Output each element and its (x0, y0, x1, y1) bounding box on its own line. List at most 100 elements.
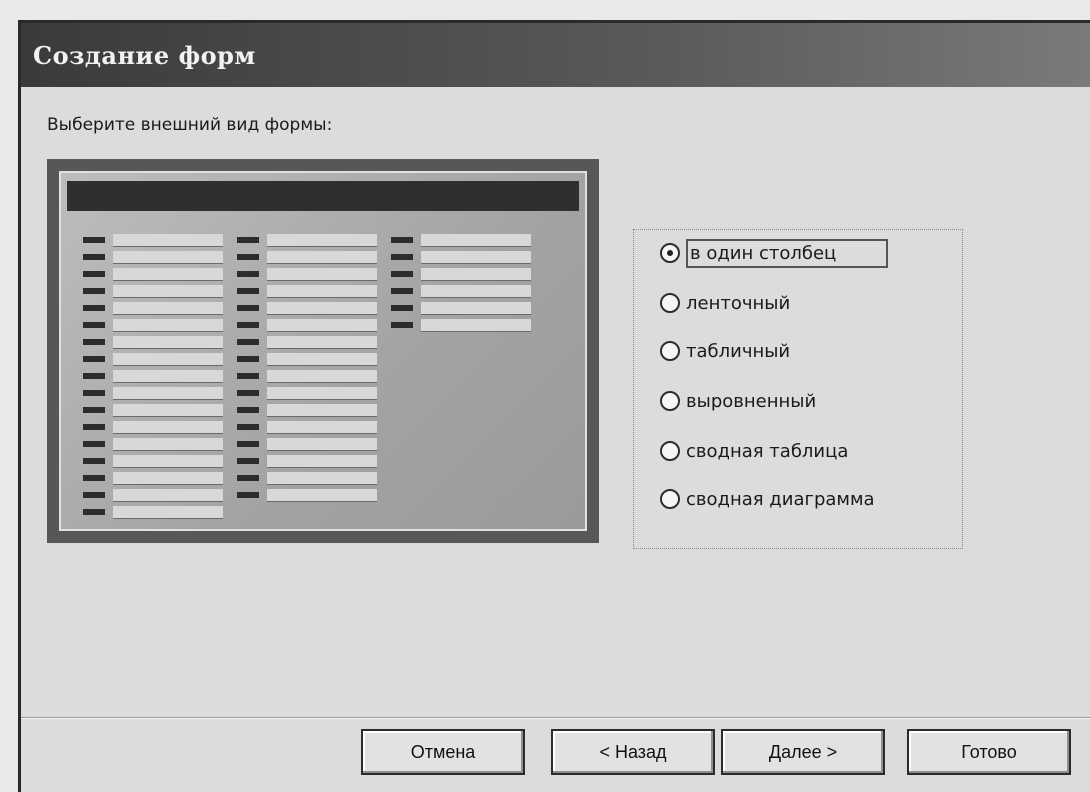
preview-field-box (113, 387, 223, 400)
preview-field-box (113, 268, 223, 281)
preview-field-box (267, 319, 377, 332)
preview-field-label (237, 492, 259, 498)
radio-pivottable[interactable] (660, 441, 680, 461)
preview-field-box (267, 302, 377, 315)
preview-field-label (237, 441, 259, 447)
preview-field-label (237, 407, 259, 413)
preview-field-label (391, 271, 413, 277)
preview-field-row (83, 267, 233, 281)
preview-field-row (391, 301, 541, 315)
preview-column-2 (237, 233, 387, 505)
preview-field-label (237, 271, 259, 277)
preview-field-box (113, 302, 223, 315)
option-pivottable-label: сводная таблица (686, 440, 849, 462)
preview-field-row (237, 488, 387, 502)
preview-field-row (237, 250, 387, 264)
preview-field-box (113, 285, 223, 298)
preview-field-box (267, 336, 377, 349)
preview-field-row (83, 505, 233, 519)
preview-field-label (83, 305, 105, 311)
preview-field-box (113, 438, 223, 451)
preview-field-row (237, 318, 387, 332)
option-datasheet[interactable]: табличный (660, 336, 790, 366)
radio-columnar[interactable] (660, 243, 680, 263)
preview-field-row (83, 454, 233, 468)
layout-prompt: Выберите внешний вид формы: (47, 115, 333, 135)
preview-field-row (391, 267, 541, 281)
preview-field-label (237, 254, 259, 260)
finish-button[interactable]: Готово (907, 729, 1071, 775)
preview-field-label (83, 390, 105, 396)
preview-field-box (267, 370, 377, 383)
window-title: Создание форм (33, 41, 256, 70)
preview-field-box (113, 336, 223, 349)
preview-field-label (83, 509, 105, 515)
preview-field-row (391, 284, 541, 298)
preview-field-label (391, 305, 413, 311)
preview-field-box (113, 353, 223, 366)
preview-field-row (237, 386, 387, 400)
preview-field-row (83, 386, 233, 400)
preview-field-label (237, 356, 259, 362)
preview-field-label (83, 322, 105, 328)
radio-tabular[interactable] (660, 293, 680, 313)
layout-options-group: в один столбец ленточный табличный выров… (633, 229, 963, 549)
preview-field-label (83, 407, 105, 413)
cancel-button[interactable]: Отмена (361, 729, 525, 775)
preview-field-box (113, 319, 223, 332)
preview-field-label (83, 492, 105, 498)
preview-field-box (113, 472, 223, 485)
preview-field-row (83, 233, 233, 247)
radio-datasheet[interactable] (660, 341, 680, 361)
preview-field-box (113, 404, 223, 417)
preview-field-row (391, 233, 541, 247)
preview-field-label (237, 475, 259, 481)
preview-field-box (421, 268, 531, 281)
preview-field-box (267, 353, 377, 366)
option-tabular[interactable]: ленточный (660, 288, 790, 318)
preview-field-label (83, 356, 105, 362)
preview-field-label (83, 475, 105, 481)
preview-field-row (83, 403, 233, 417)
preview-field-label (83, 237, 105, 243)
back-button[interactable]: < Назад (551, 729, 715, 775)
preview-header-bar (67, 181, 579, 211)
form-wizard-dialog: Создание форм Выберите внешний вид формы… (18, 20, 1090, 792)
preview-column-1 (83, 233, 233, 522)
preview-field-row (83, 420, 233, 434)
preview-field-box (267, 438, 377, 451)
preview-field-box (267, 455, 377, 468)
preview-field-box (267, 285, 377, 298)
preview-field-label (237, 339, 259, 345)
next-button[interactable]: Далее > (721, 729, 885, 775)
option-datasheet-label: табличный (686, 340, 791, 362)
preview-field-label (237, 458, 259, 464)
option-tabular-label: ленточный (686, 292, 791, 314)
preview-field-box (267, 472, 377, 485)
preview-field-row (237, 471, 387, 485)
preview-field-label (391, 237, 413, 243)
preview-field-box (113, 251, 223, 264)
radio-justified[interactable] (660, 391, 680, 411)
preview-field-label (237, 390, 259, 396)
preview-field-box (421, 319, 531, 332)
option-columnar[interactable]: в один столбец (660, 238, 889, 268)
preview-field-row (237, 284, 387, 298)
option-pivottable[interactable]: сводная таблица (660, 436, 848, 466)
preview-field-row (237, 335, 387, 349)
radio-pivotchart[interactable] (660, 489, 680, 509)
preview-field-box (113, 234, 223, 247)
option-justified[interactable]: выровненный (660, 386, 816, 416)
preview-field-box (267, 387, 377, 400)
option-pivotchart[interactable]: сводная диаграмма (660, 484, 875, 514)
button-separator (21, 717, 1090, 719)
preview-field-label (237, 305, 259, 311)
preview-field-label (83, 424, 105, 430)
preview-field-box (113, 455, 223, 468)
preview-field-box (113, 421, 223, 434)
preview-field-row (83, 250, 233, 264)
preview-form-thumbnail (59, 171, 587, 531)
preview-field-box (421, 285, 531, 298)
preview-column-3 (391, 233, 541, 335)
option-justified-label: выровненный (686, 390, 817, 412)
